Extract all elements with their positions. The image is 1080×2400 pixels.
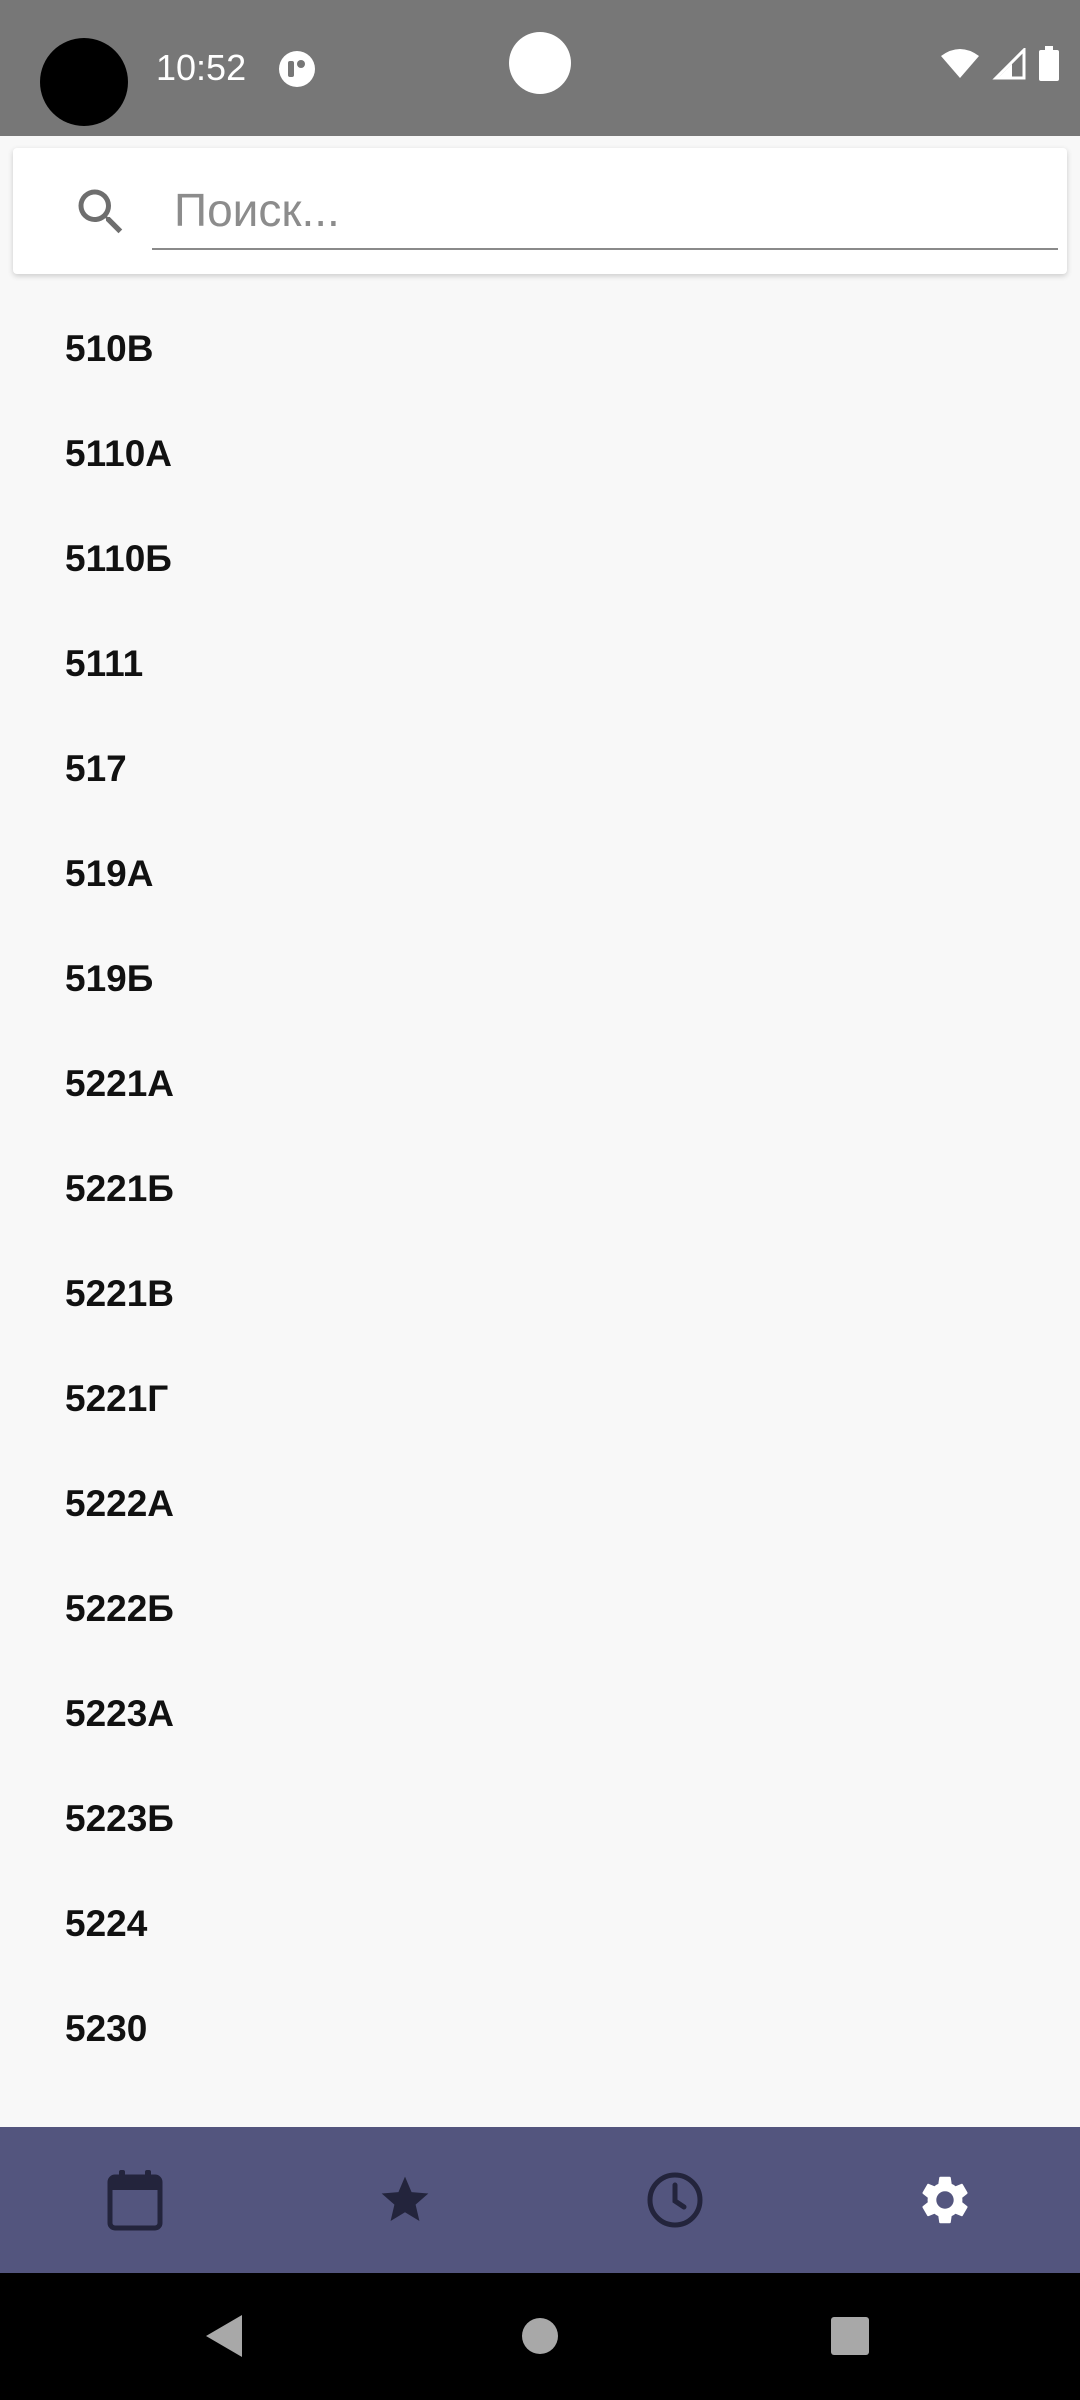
status-time: 10:52 <box>156 47 247 88</box>
nav-item-settings[interactable] <box>810 2127 1080 2273</box>
list-item[interactable]: 5221В <box>0 1241 1080 1346</box>
clock-icon <box>647 2172 703 2228</box>
system-navigation-bar <box>0 2273 1080 2400</box>
front-camera-dot <box>509 32 571 94</box>
bottom-navigation <box>0 2127 1080 2273</box>
nav-item-history[interactable] <box>540 2127 810 2273</box>
list-item[interactable]: 5110Б <box>0 506 1080 611</box>
search-bar <box>13 148 1067 274</box>
list-item[interactable]: 519А <box>0 821 1080 926</box>
list-item[interactable]: 5221А <box>0 1031 1080 1136</box>
camera-cutout <box>40 38 128 126</box>
list-item[interactable]: 517 <box>0 716 1080 821</box>
home-icon[interactable] <box>521 2317 559 2355</box>
battery-icon <box>1039 46 1059 81</box>
recents-icon[interactable] <box>830 2316 870 2356</box>
list-item[interactable]: 5223А <box>0 1661 1080 1766</box>
list-item[interactable]: 5222А <box>0 1451 1080 1556</box>
nav-item-favorites[interactable] <box>270 2127 540 2273</box>
star-icon <box>381 2176 429 2221</box>
list-item[interactable]: 5230 <box>0 1976 1080 2081</box>
list-item[interactable]: 5110А <box>0 401 1080 506</box>
list-item[interactable]: 510В <box>0 296 1080 401</box>
search-input[interactable] <box>152 172 1058 250</box>
wifi-icon <box>941 49 979 78</box>
cellular-signal-icon <box>992 48 1026 80</box>
status-icons <box>940 46 1060 82</box>
list-item[interactable]: 5111 <box>0 611 1080 716</box>
list-item[interactable]: 5221Б <box>0 1136 1080 1241</box>
list-item[interactable]: 5224 <box>0 1871 1080 1976</box>
app-screen: 10:52 510В 5110А <box>0 0 1080 2400</box>
app-notification-icon <box>279 51 315 87</box>
group-list: 510В 5110А 5110Б 5111 517 519А 519Б 5221… <box>0 296 1080 2081</box>
list-item[interactable]: 5223Б <box>0 1766 1080 1871</box>
back-icon[interactable] <box>204 2313 244 2359</box>
nav-item-schedule[interactable] <box>0 2127 270 2273</box>
search-icon[interactable] <box>71 182 131 242</box>
gear-icon <box>922 2176 968 2224</box>
calendar-icon <box>107 2170 163 2231</box>
list-item[interactable]: 5221Г <box>0 1346 1080 1451</box>
list-item[interactable]: 519Б <box>0 926 1080 1031</box>
status-bar: 10:52 <box>0 0 1080 136</box>
list-item[interactable]: 5222Б <box>0 1556 1080 1661</box>
